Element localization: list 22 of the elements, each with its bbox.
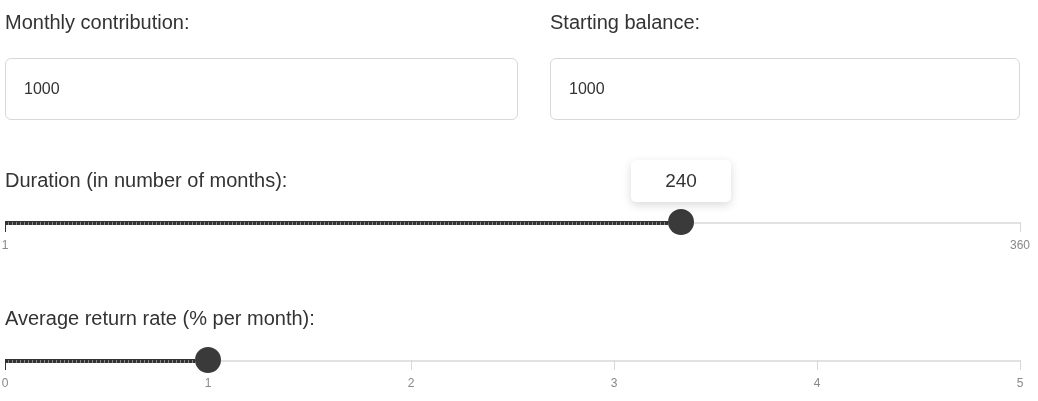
value-tooltip: 240 [631,160,731,202]
tick-mark [1020,222,1021,232]
field-label: Monthly contribution: [5,10,190,35]
input-field[interactable]: 1000 [550,58,1020,120]
input-field[interactable]: 1000 [5,58,518,120]
tick-mark [817,360,818,370]
tick-label: 5 [1016,376,1024,390]
tick-mark [1020,360,1021,370]
tick-label: 360 [1010,238,1030,252]
tick-label: 4 [813,376,821,390]
tick-mark [411,360,412,370]
tick-label: 0 [1,376,9,390]
field-label: Starting balance: [550,10,701,35]
tick-mark [614,360,615,370]
tick-label: 3 [610,376,618,390]
tick-label: 1 [204,376,212,390]
tick-label: 1 [1,238,9,252]
slider-thumb[interactable] [195,347,221,373]
slider-label: Duration (in number of months): [5,168,288,193]
slider-thumb[interactable] [668,209,694,235]
slider-label: Average return rate (% per month): [5,306,315,331]
tick-label: 2 [407,376,415,390]
